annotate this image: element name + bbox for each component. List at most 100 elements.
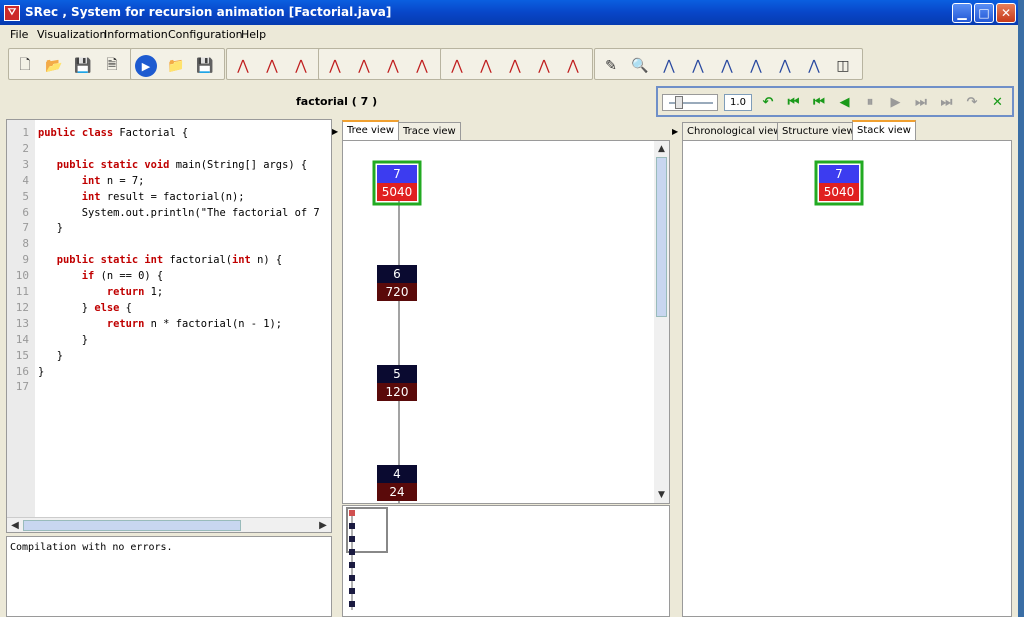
tree-node[interactable]: 5120: [377, 365, 417, 401]
toolbar: 🗋 📂 💾 🗎 ▶ 📁 💾 ⋀ ⋀ ⋀ ⋀ ⋀ ⋀ ⋀ ⋀ ⋀ ⋀ ⋀ ⋀ ✎ 🔍 ⋀ ⋀ ⋀ ⋀ ⋀ ⋀ ◫: [0, 46, 1018, 82]
pause-icon[interactable]: ⏸: [860, 93, 880, 113]
code-line: if (n == 0) {: [81, 270, 164, 283]
code-line: int result = factorial(n);: [81, 190, 245, 203]
zoom-in-p2-icon[interactable]: ⋀: [744, 55, 768, 77]
slider-handle[interactable]: [675, 96, 683, 109]
tree-node[interactable]: 7 5040: [372, 160, 422, 206]
tree-node[interactable]: 6720: [377, 265, 417, 301]
back-step-icon[interactable]: ⏮: [809, 93, 829, 113]
tree-collapse-icon[interactable]: ⋀: [289, 55, 313, 77]
line-number: 2: [22, 141, 29, 155]
horizontal-scrollbar[interactable]: ◀ ▶: [7, 517, 331, 532]
zoom-fit-p2-icon[interactable]: ⋀: [802, 55, 826, 77]
code-line: return n * factorial(n - 1);: [106, 317, 283, 330]
last-step-icon[interactable]: ⏭: [937, 93, 957, 113]
save-class-icon[interactable]: 💾: [193, 55, 217, 77]
overview-node: [349, 510, 355, 516]
save-as-icon[interactable]: 🗎: [100, 55, 124, 77]
node-result: 120: [386, 385, 409, 399]
speed-slider[interactable]: [662, 94, 718, 111]
splitter-arrow-icon[interactable]: ▶: [332, 127, 338, 136]
zoom-out-p2-icon[interactable]: ⋀: [773, 55, 797, 77]
speed-field[interactable]: 1.0: [724, 94, 752, 111]
line-number: 6: [22, 205, 29, 219]
close-button[interactable]: ✕: [996, 3, 1016, 23]
line-number: 1: [22, 126, 29, 139]
menu-visualization[interactable]: Visualization: [37, 28, 106, 41]
menu-information[interactable]: Information: [104, 28, 168, 41]
zoom-out-p1-icon[interactable]: ⋀: [686, 55, 710, 77]
scroll-thumb[interactable]: [656, 157, 667, 317]
node-param: 7: [393, 167, 401, 181]
tree-overview: [346, 507, 388, 610]
open-class-icon[interactable]: 📁: [164, 55, 188, 77]
tree-view-panel[interactable]: 7 5040 6 720 5 120 4 24 ▲ ▼: [342, 140, 670, 504]
scroll-left-icon[interactable]: ◀: [8, 519, 22, 532]
line-number: 15: [15, 348, 29, 362]
tree-expand-up-icon[interactable]: ⋀: [231, 55, 255, 77]
trace-icon[interactable]: ⋀: [474, 55, 498, 77]
redo-icon[interactable]: ↷: [962, 93, 982, 113]
zoom-fit-p1-icon[interactable]: ⋀: [715, 55, 739, 77]
maximize-button[interactable]: □: [974, 3, 994, 23]
scroll-up-icon[interactable]: ▲: [654, 142, 669, 156]
tree-expand-all-icon[interactable]: ⋀: [260, 55, 284, 77]
step-back-icon[interactable]: ◀: [835, 93, 855, 113]
open-folder-icon[interactable]: 📂: [42, 55, 66, 77]
stack-layout-icon[interactable]: ⋀: [503, 55, 527, 77]
toolbar-group: ⋀ ⋀ ⋀: [226, 48, 321, 80]
minimize-button[interactable]: ▁: [952, 3, 972, 23]
call-stack: 7 5040: [814, 160, 864, 206]
right-splitter[interactable]: ▶: [672, 119, 680, 617]
run-icon[interactable]: ▶: [135, 55, 157, 77]
first-step-icon[interactable]: ⏮: [784, 93, 804, 113]
line-number: 11: [15, 285, 29, 298]
color-palette-icon[interactable]: ✎: [599, 55, 623, 77]
forward-step-icon[interactable]: ⏭: [911, 93, 931, 113]
toolbar-group: ✎ 🔍 ⋀ ⋀ ⋀ ⋀ ⋀ ⋀ ◫: [594, 48, 863, 80]
tab-trace-view[interactable]: Trace view: [398, 122, 461, 140]
code-line: int n = 7;: [81, 174, 145, 187]
undo-icon[interactable]: ↶: [758, 93, 778, 113]
methods-filter-icon[interactable]: ⋀: [323, 55, 347, 77]
split-view-icon[interactable]: ◫: [831, 55, 855, 77]
tab-stack-view[interactable]: Stack view: [852, 120, 916, 140]
vertical-scrollbar[interactable]: ▲ ▼: [654, 141, 669, 503]
line-number: 8: [22, 237, 29, 251]
overview-node: [349, 575, 355, 581]
splitter-arrow-icon[interactable]: ▶: [672, 127, 678, 136]
tree-spread-icon[interactable]: ⋀: [561, 55, 585, 77]
tree-overview-panel[interactable]: [342, 505, 670, 617]
console-message: Compilation with no errors.: [10, 542, 173, 553]
tree-layout-3-icon[interactable]: ⋀: [410, 55, 434, 77]
left-splitter[interactable]: ▶: [332, 119, 340, 617]
tree-layout-1-icon[interactable]: ⋀: [352, 55, 376, 77]
close-animation-icon[interactable]: ✕: [988, 93, 1008, 113]
tab-structure-view[interactable]: Structure view: [777, 122, 860, 140]
tree-node-icon[interactable]: ⋀: [445, 55, 469, 77]
stack-view-panel[interactable]: 7 5040: [682, 140, 1012, 617]
save-icon[interactable]: 💾: [71, 55, 95, 77]
menu-file[interactable]: File: [10, 28, 28, 41]
overview-node: [349, 536, 355, 542]
console-panel: Compilation with no errors.: [6, 536, 332, 617]
table-layout-icon[interactable]: ⋀: [532, 55, 556, 77]
play-icon[interactable]: ▶: [886, 93, 906, 113]
zoom-in-p1-icon[interactable]: ⋀: [657, 55, 681, 77]
new-file-icon[interactable]: 🗋: [13, 55, 37, 77]
scroll-right-icon[interactable]: ▶: [316, 519, 330, 532]
tab-tree-view[interactable]: Tree view: [342, 120, 400, 140]
tree-node[interactable]: 424: [377, 465, 417, 501]
scroll-thumb[interactable]: [23, 520, 241, 531]
tab-chronological-view[interactable]: Chronological view: [682, 122, 787, 140]
tree-layout-2-icon[interactable]: ⋀: [381, 55, 405, 77]
scroll-down-icon[interactable]: ▼: [654, 488, 669, 502]
menu-help[interactable]: Help: [241, 28, 266, 41]
window-title: SRec , System for recursion animation [F…: [25, 5, 392, 19]
stack-node[interactable]: 7 5040: [814, 160, 864, 206]
overview-node: [349, 601, 355, 607]
zoom-icon[interactable]: 🔍: [628, 55, 652, 77]
menu-configuration[interactable]: Configuration: [168, 28, 243, 41]
toolbar-group: ▶ 📁 💾: [130, 48, 225, 80]
code-editor[interactable]: 1 2 3 4 5 6 7 8 9 10 11 12 13 14 15 16 17 public class F…: [6, 119, 332, 533]
